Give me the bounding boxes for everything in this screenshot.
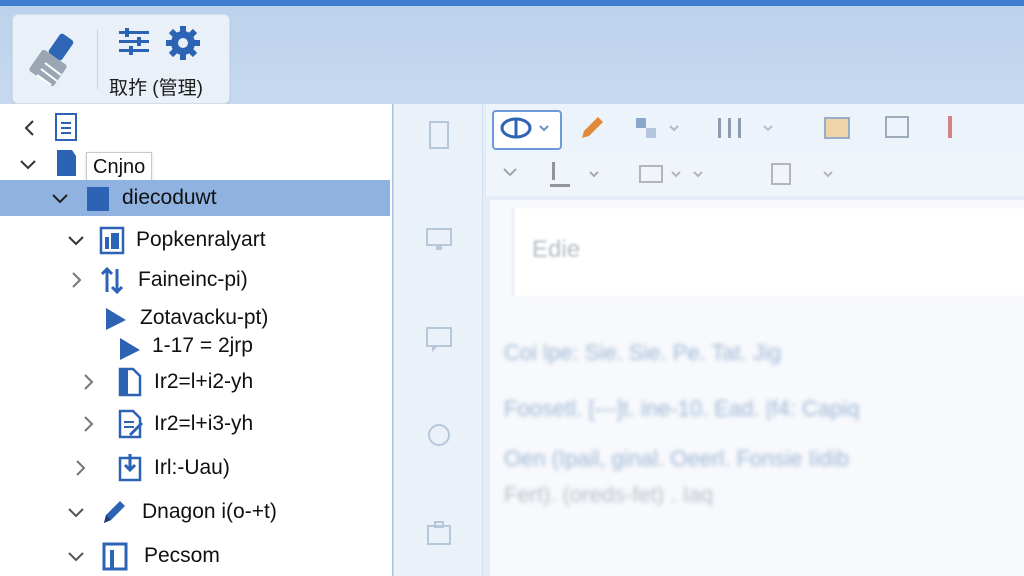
- report-icon: [99, 226, 125, 255]
- folder-doc-icon: [87, 187, 109, 211]
- document-line: Coi lpe: Sie. Sie. Pe. Tat. Jig: [504, 340, 782, 365]
- tree-item[interactable]: 1-17 = 2jrp: [0, 330, 390, 366]
- chevron-down-icon[interactable]: [50, 188, 70, 208]
- text-tool-button[interactable]: [492, 110, 562, 150]
- gear-icon[interactable]: [165, 25, 201, 61]
- editor-area: Edie Coi lpe: Sie. Sie. Pe. Tat. Jig Foo…: [394, 104, 1024, 576]
- tree-item[interactable]: Faineinc-pi): [0, 262, 390, 298]
- tree-item-label: Faineinc-pi): [138, 268, 248, 291]
- text-cursor-icon: [500, 117, 549, 139]
- tree-item[interactable]: Irl:-Uau): [0, 450, 390, 486]
- briefcase-icon[interactable]: [424, 518, 454, 548]
- document-line: Fert). (oreds-fet) . Iaq: [504, 482, 714, 507]
- tree-item[interactable]: Dnagon i(o-+t): [0, 494, 390, 530]
- sort-arrows-icon: [100, 266, 124, 295]
- chevron-right-icon[interactable]: [78, 372, 98, 392]
- tree-item-label: Pecsom: [144, 544, 220, 567]
- doc-edit-icon: [118, 409, 144, 439]
- tree-header: [0, 110, 390, 146]
- document-line: Foosetl. [---]t. ine-10. Ead. |f4: Capiq: [504, 396, 860, 421]
- tree-item[interactable]: diecoduwt: [0, 180, 390, 216]
- ribbon: 取拃 (管理): [0, 6, 1024, 104]
- comment-icon[interactable]: [882, 114, 912, 142]
- editor-toolbar: [486, 104, 1024, 152]
- chevron-down-icon[interactable]: [66, 546, 86, 566]
- tag-icon[interactable]: [424, 420, 454, 450]
- tree-root-row[interactable]: [0, 148, 390, 178]
- page-icon: [118, 367, 142, 397]
- note-icon[interactable]: [768, 162, 838, 188]
- chevron-right-icon[interactable]: [78, 414, 98, 434]
- tree-item[interactable]: Popkenralyart: [0, 222, 390, 258]
- chevron-right-icon[interactable]: [66, 270, 86, 290]
- chevron-left-icon[interactable]: [20, 118, 40, 138]
- document-line: Oen (Ipail, ginal. Oeerl. Fonsie Iidib: [504, 446, 849, 471]
- comment-icon[interactable]: [424, 324, 454, 354]
- tree-item-label: Dnagon i(o-+t): [142, 500, 277, 523]
- ribbon-group-label: 取拃 (管理): [109, 78, 203, 99]
- tree-item[interactable]: Ir2=l+i3-yh: [0, 406, 390, 442]
- tree-pane: Cnjno diecoduwt Popkenralyart Faineinc-p…: [0, 104, 393, 576]
- group-separator: [97, 29, 98, 89]
- chevron-right-icon[interactable]: [70, 458, 90, 478]
- editor-toolbar-secondary: [486, 152, 1024, 196]
- tree-item[interactable]: Ir2=l+i2-yh: [0, 364, 390, 400]
- tree-item[interactable]: Pecsom: [0, 538, 390, 574]
- document-canvas[interactable]: Edie Coi lpe: Sie. Sie. Pe. Tat. Jig Foo…: [490, 200, 1024, 576]
- chevron-down-icon[interactable]: [18, 154, 38, 174]
- brush-icon: [29, 33, 74, 87]
- chevron-down-icon[interactable]: [66, 230, 86, 250]
- bookmark-doc-icon: [57, 150, 76, 176]
- pencil-icon: [104, 501, 125, 523]
- tree-item-label: Ir2=l+i2-yh: [154, 370, 254, 393]
- document-icon[interactable]: [52, 112, 80, 142]
- tree-item-label: Popkenralyart: [136, 228, 266, 251]
- tree-item-label: 1-17 = 2jrp: [152, 334, 253, 357]
- brush-button[interactable]: [23, 25, 83, 95]
- ribbon-group-manage: 取拃 (管理): [12, 14, 230, 104]
- shapes-icon[interactable]: [632, 114, 686, 142]
- doc-download-icon: [118, 454, 142, 482]
- edit-field[interactable]: Edie: [512, 208, 1024, 296]
- flag-icon: [120, 338, 140, 360]
- tree-item-label: Ir2=l+i3-yh: [154, 412, 254, 435]
- image-icon[interactable]: [822, 114, 852, 142]
- tree-item-label: Irl:-Uau): [154, 456, 230, 479]
- list-settings-icon[interactable]: [117, 27, 151, 57]
- columns-icon[interactable]: [714, 114, 778, 142]
- page-icon[interactable]: [424, 120, 454, 150]
- marker-icon[interactable]: [940, 112, 960, 142]
- tree-item-label: diecoduwt: [122, 186, 217, 209]
- tooltip: Cnjno: [86, 152, 153, 183]
- tree-item-label: Zotavacku-pt): [140, 306, 269, 329]
- edit-placeholder: Edie: [532, 236, 581, 263]
- chevron-down-icon[interactable]: [502, 166, 518, 178]
- chevron-down-icon[interactable]: [66, 502, 86, 522]
- monitor-icon[interactable]: [424, 224, 454, 254]
- box-icon[interactable]: [636, 162, 706, 188]
- pencil-icon[interactable]: [578, 114, 606, 142]
- frame-icon: [102, 542, 128, 571]
- side-rail: [394, 104, 483, 576]
- underline-icon[interactable]: [546, 160, 606, 190]
- ribbon-mini-icons: [117, 25, 207, 61]
